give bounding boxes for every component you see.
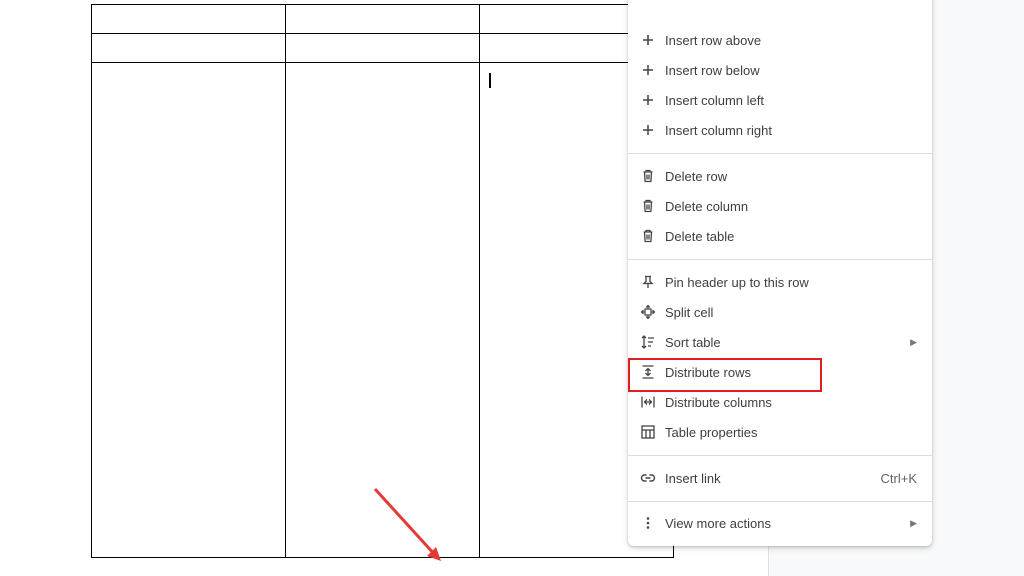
annotation-arrow [373,487,441,561]
